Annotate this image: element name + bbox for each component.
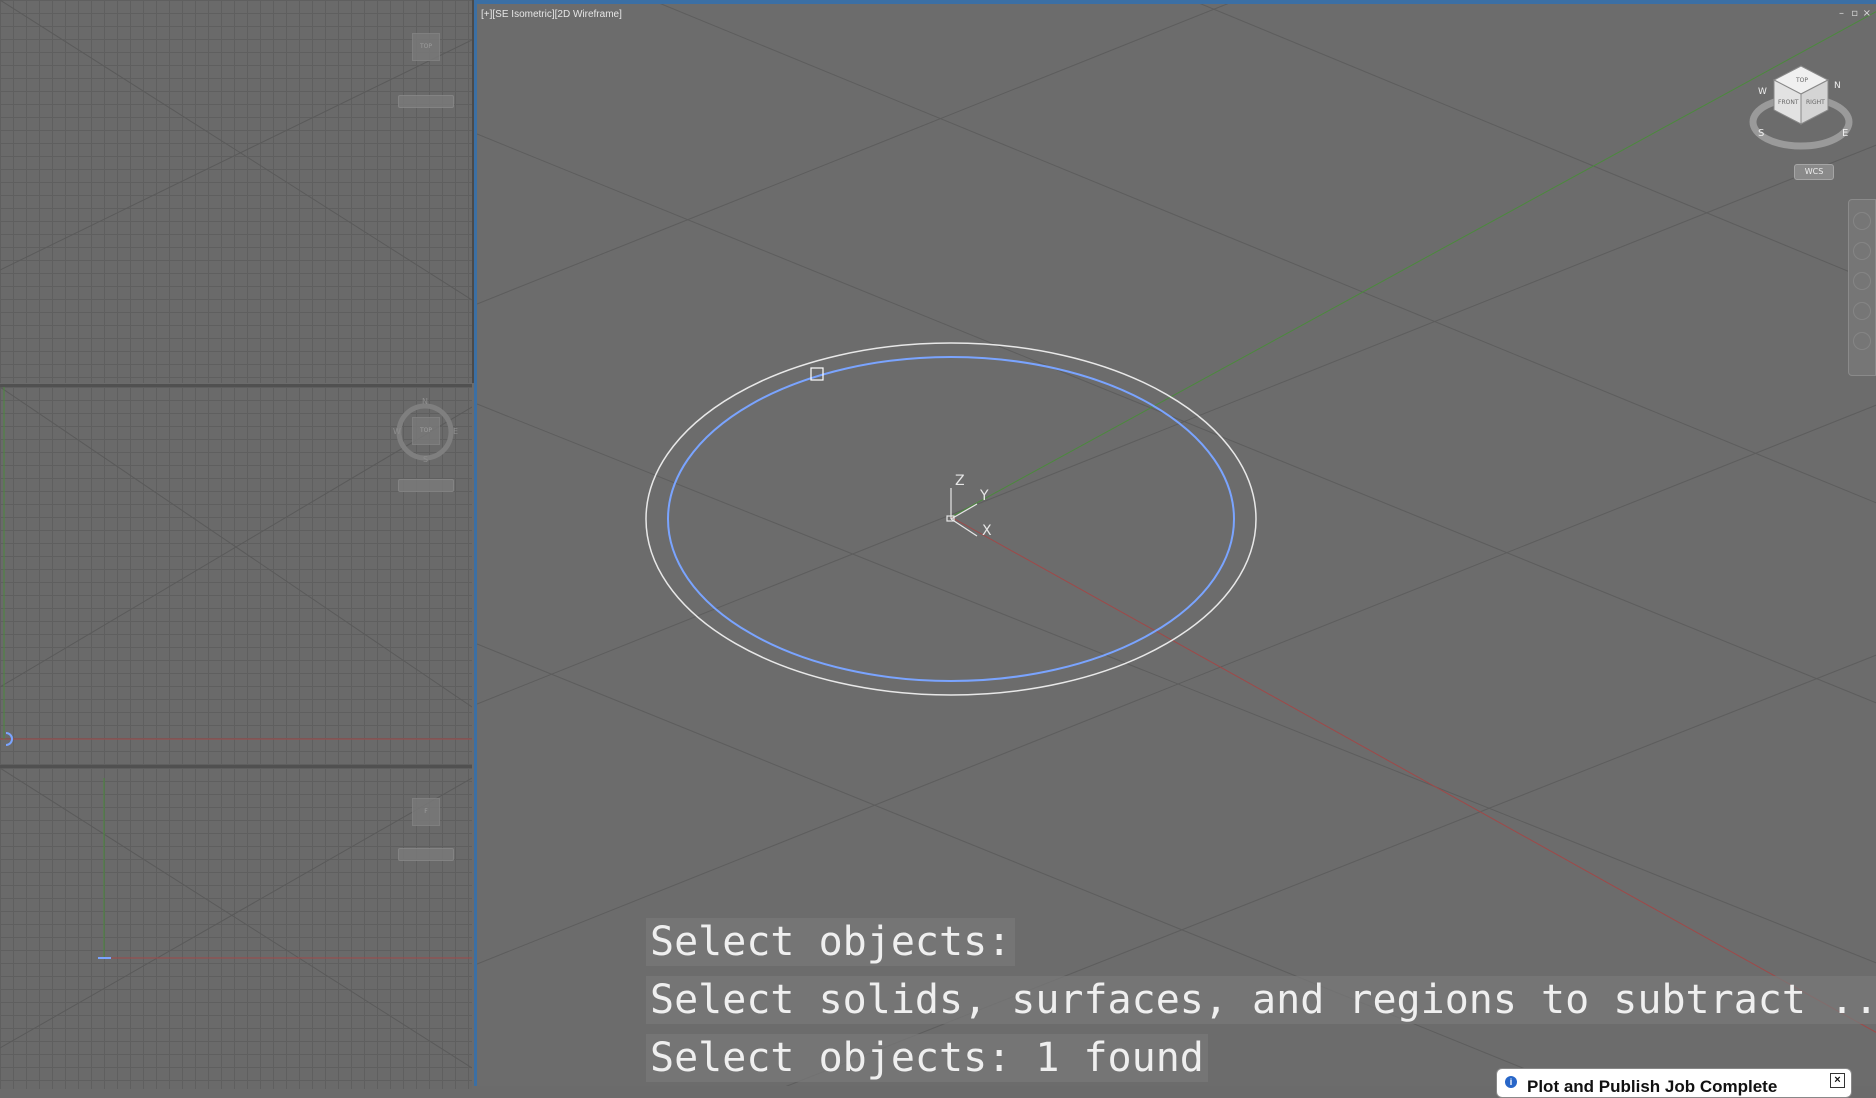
minimize-viewport-icon[interactable]: – bbox=[1839, 8, 1844, 19]
viewport-label[interactable]: [+][SE Isometric][2D Wireframe] bbox=[481, 9, 622, 20]
ucs-z-label: Z bbox=[955, 473, 965, 489]
viewport-top[interactable]: TOP bbox=[0, 0, 474, 383]
viewcube-compass-w-label: W bbox=[1758, 87, 1767, 97]
navigation-bar[interactable] bbox=[1848, 199, 1876, 376]
y-axis-line bbox=[950, 11, 1876, 518]
viewcube-mini-icon[interactable]: F bbox=[412, 798, 440, 826]
steering-wheel-icon[interactable] bbox=[1853, 212, 1871, 230]
command-history-line: Select objects: bbox=[646, 918, 1016, 966]
restore-viewport-icon[interactable]: ▫ bbox=[1851, 8, 1858, 19]
wcs-mini-button[interactable] bbox=[398, 848, 454, 861]
viewcube-mini-icon[interactable]: TOP bbox=[412, 417, 440, 445]
ucs-y-label: Y bbox=[980, 488, 989, 504]
compass-e-label: E bbox=[453, 427, 459, 436]
viewcube-compass-s-label: S bbox=[1758, 128, 1764, 139]
close-viewport-icon[interactable]: × bbox=[1863, 8, 1871, 19]
viewcube-compass-n-label: N bbox=[1834, 81, 1841, 91]
command-history-line: Select objects: 1 found bbox=[646, 1034, 1208, 1082]
viewcube-mini-icon[interactable]: TOP bbox=[412, 33, 440, 61]
plot-publish-notification[interactable]: i Plot and Publish Job Complete × bbox=[1496, 1068, 1852, 1098]
viewport-plan[interactable]: TOP N W E S bbox=[0, 384, 472, 767]
viewcube-right-label: RIGHT bbox=[1806, 99, 1825, 106]
viewcube-top-label: TOP bbox=[1795, 77, 1808, 84]
notification-text[interactable]: Plot and Publish Job Complete bbox=[1527, 1077, 1777, 1096]
compass-n-label: N bbox=[422, 397, 428, 406]
viewcube-front-label: FRONT bbox=[1778, 99, 1799, 106]
ucs-x-label: X bbox=[982, 523, 992, 539]
viewport-front[interactable]: F bbox=[0, 765, 472, 1089]
pan-icon[interactable] bbox=[1853, 242, 1871, 260]
wcs-mini-button[interactable] bbox=[398, 95, 454, 108]
showmotion-icon[interactable] bbox=[1853, 332, 1871, 350]
wcs-mini-button[interactable] bbox=[398, 479, 454, 492]
x-axis-line bbox=[950, 516, 1876, 1033]
wcs-dropdown-button[interactable]: WCS bbox=[1794, 164, 1834, 180]
info-icon: i bbox=[1505, 1076, 1517, 1088]
orbit-icon[interactable] bbox=[1853, 302, 1871, 320]
compass-w-label: W bbox=[393, 427, 401, 436]
viewcube-compass-e-label: E bbox=[1842, 128, 1848, 139]
viewcube[interactable]: TOP FRONT RIGHT S E N W bbox=[1746, 54, 1856, 164]
zoom-icon[interactable] bbox=[1853, 272, 1871, 290]
command-history-line: Select solids, surfaces, and regions to … bbox=[646, 976, 1876, 1024]
compass-s-label: S bbox=[423, 455, 429, 464]
